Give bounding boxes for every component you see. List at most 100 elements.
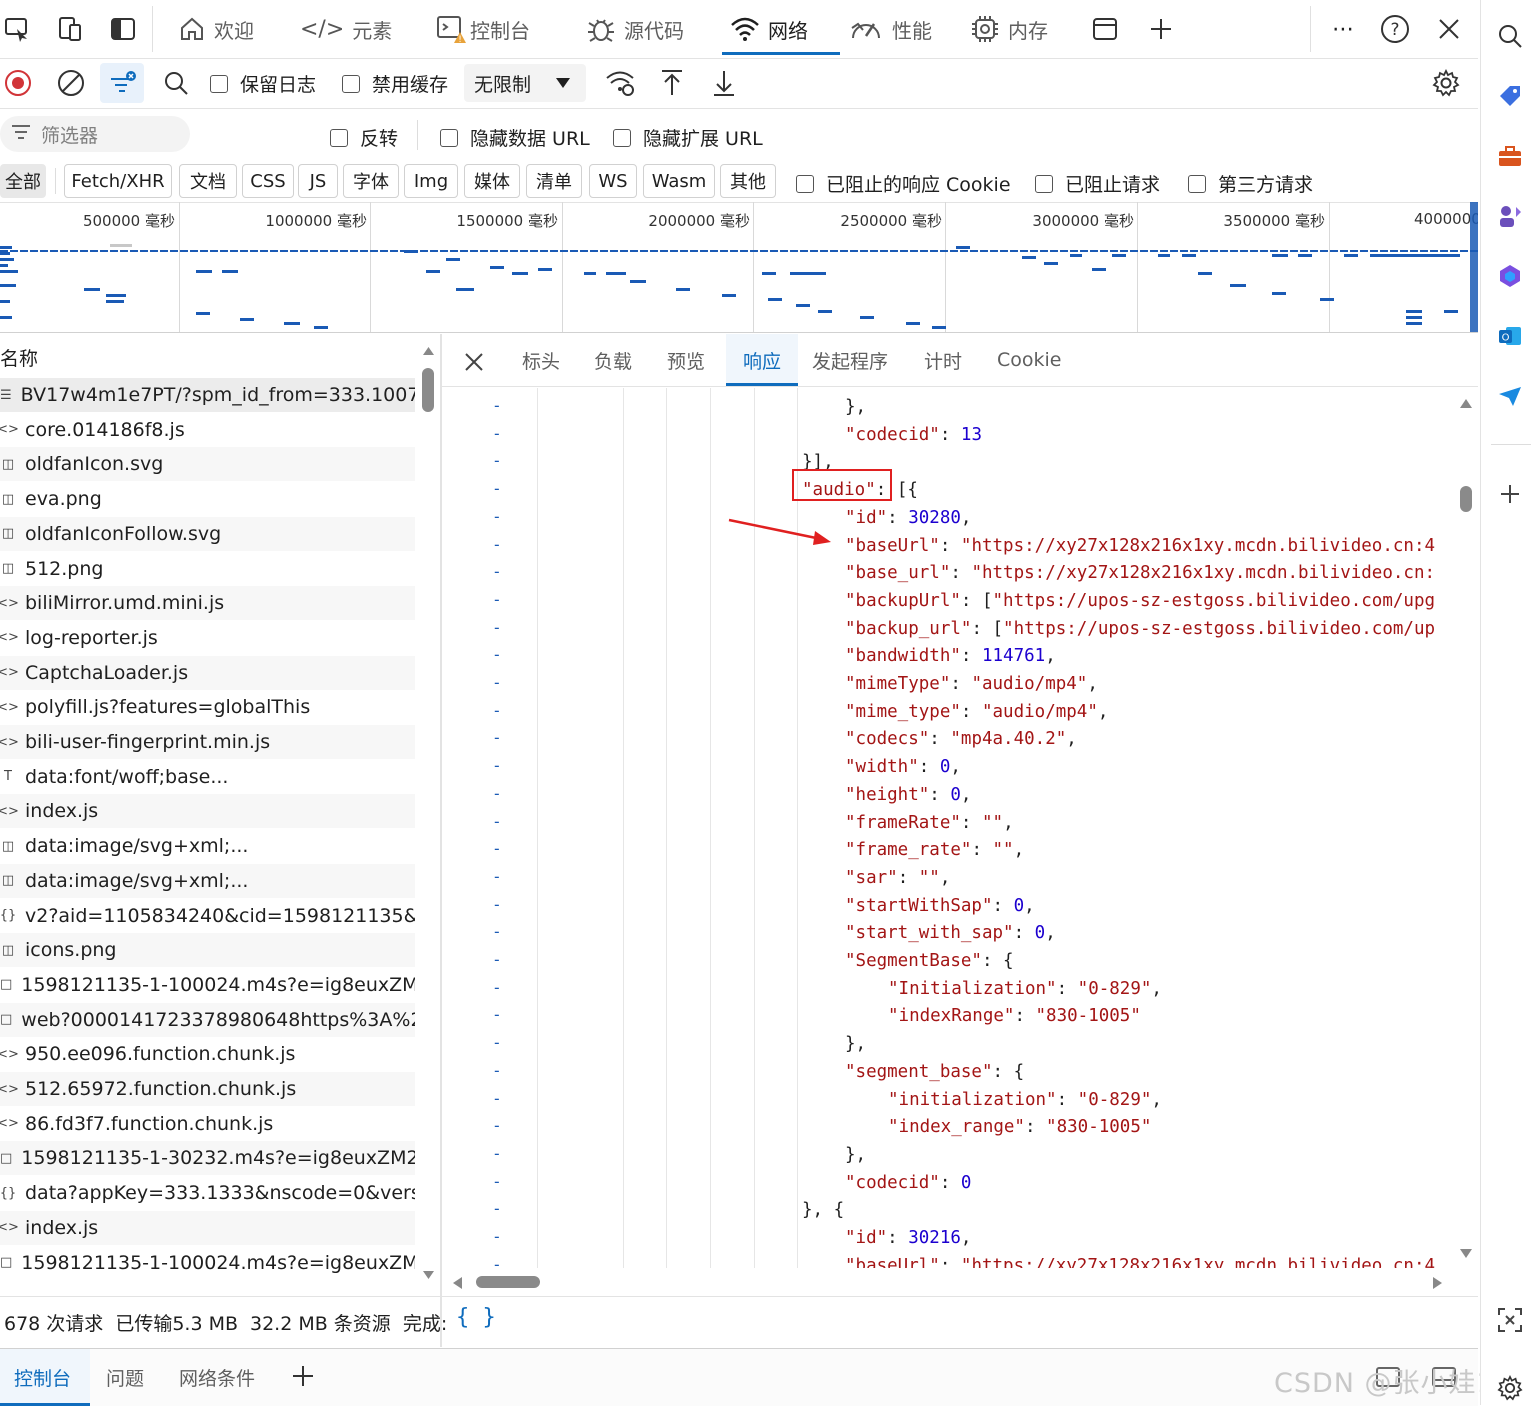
hscrollbar-thumb[interactable] [476, 1276, 540, 1288]
clear-log-icon[interactable] [55, 67, 87, 99]
blocked-requests-checkbox[interactable]: 已阻止请求 [1035, 170, 1160, 197]
dock-side-icon[interactable] [108, 14, 138, 44]
checkbox[interactable] [330, 128, 348, 147]
close-detail-icon[interactable] [462, 350, 486, 374]
disable-cache-checkbox[interactable]: 禁用缓存 [342, 70, 448, 97]
search-icon[interactable] [160, 67, 192, 99]
invert-checkbox[interactable]: 反转 [330, 124, 398, 151]
request-row[interactable]: <> 512.65972.function.chunk.js [0, 1072, 415, 1106]
copilot-icon[interactable] [1496, 262, 1524, 290]
filter-toggle-icon[interactable] [100, 63, 144, 103]
tab-payload[interactable]: 负载 [594, 334, 636, 386]
scroll-down-arrow-icon[interactable] [1459, 1248, 1473, 1259]
scroll-up-arrow-icon[interactable] [422, 346, 435, 356]
throttling-select[interactable]: 无限制 [464, 64, 586, 102]
device-emulation-icon[interactable] [55, 14, 85, 44]
response-body-viewer[interactable]: -}, - "codecid": 13-}], - "audio": [{- "id": … [442, 388, 1478, 1268]
drawer-tab-console[interactable]: 控制台 [0, 1349, 90, 1406]
checkbox[interactable] [440, 128, 458, 147]
scroll-down-arrow-icon[interactable] [422, 1270, 435, 1280]
request-row[interactable]: <> index.js [0, 1210, 415, 1245]
scroll-left-arrow-icon[interactable] [452, 1276, 463, 1290]
request-row[interactable]: ◫ oldfanIcon.svg [0, 447, 415, 482]
request-row[interactable]: ◫ data:image/svg+xml;... [0, 829, 415, 863]
type-filter-img[interactable]: Img [404, 164, 458, 198]
sidebar-settings-gear-icon[interactable] [1496, 1374, 1524, 1402]
type-filter-css[interactable]: CSS [242, 164, 294, 198]
preserve-log-checkbox[interactable]: 保留日志 [210, 70, 316, 97]
name-column-header[interactable]: 名称 [0, 344, 38, 371]
type-filter-doc[interactable]: 文档 [179, 164, 237, 198]
tab-welcome[interactable]: 欢迎 [178, 0, 254, 58]
tab-initiator[interactable]: 发起程序 [812, 334, 894, 386]
checkbox[interactable] [210, 74, 228, 93]
type-filter-ws[interactable]: WS [589, 164, 637, 198]
tab-memory[interactable]: 内存 [970, 0, 1048, 58]
more-options-icon[interactable]: ⋯ [1328, 14, 1358, 44]
checkbox[interactable] [796, 174, 814, 193]
search-icon[interactable] [1496, 22, 1524, 50]
add-sidebar-app-icon[interactable] [1496, 480, 1524, 508]
scrollbar-thumb[interactable] [422, 368, 434, 412]
scroll-up-arrow-icon[interactable] [1459, 398, 1473, 409]
type-filter-all[interactable]: 全部 [0, 164, 46, 198]
request-row[interactable]: <> polyfill.js?features=globalThis [0, 690, 415, 724]
filter-input[interactable]: 筛选器 [0, 116, 190, 152]
type-filter-fetch-xhr[interactable]: Fetch/XHR [64, 164, 172, 198]
close-devtools-icon[interactable] [1434, 14, 1464, 44]
timeline-overview-handle[interactable] [1470, 202, 1478, 332]
drawer-tab-network-conditions[interactable]: 网络条件 [179, 1364, 255, 1391]
type-filter-media[interactable]: 媒体 [464, 164, 520, 198]
request-row[interactable]: <> CaptchaLoader.js [0, 655, 415, 690]
checkbox[interactable] [613, 128, 631, 147]
type-filter-other[interactable]: 其他 [720, 164, 776, 198]
request-row[interactable]: <> 86.fd3f7.function.chunk.js [0, 1107, 415, 1141]
checkbox[interactable] [1035, 174, 1053, 193]
type-filter-wasm[interactable]: Wasm [643, 164, 715, 198]
request-row[interactable]: ◫ icons.png [0, 933, 415, 968]
send-icon[interactable] [1496, 382, 1524, 410]
tab-cookies[interactable]: Cookie [997, 334, 1067, 386]
request-row[interactable]: <> 950.ee096.function.chunk.js [0, 1037, 415, 1071]
request-row[interactable]: ☰ BV17w4m1e7PT/?spm_id_from=333.1007.... [0, 378, 415, 412]
request-row[interactable]: <> core.014186f8.js [0, 413, 415, 447]
outlook-icon[interactable]: O [1496, 322, 1524, 350]
pretty-print-button[interactable]: { } [456, 1305, 496, 1330]
games-icon[interactable] [1496, 202, 1524, 230]
request-row[interactable]: ◫ 512.png [0, 552, 415, 586]
drawer-tab-issues[interactable]: 问题 [106, 1364, 144, 1391]
tab-console[interactable]: ! 控制台 [436, 0, 530, 58]
tab-performance[interactable]: 性能 [850, 0, 932, 58]
request-row[interactable]: □ 1598121135-1-100024.m4s?e=ig8euxZM2... [0, 1246, 415, 1280]
scroll-right-arrow-icon[interactable] [1432, 1276, 1443, 1290]
request-row[interactable]: □ 1598121135-1-100024.m4s?e=ig8euxZM2... [0, 968, 415, 1002]
checkbox[interactable] [342, 74, 360, 93]
tab-preview[interactable]: 预览 [667, 334, 709, 386]
tab-network[interactable]: 网络 [722, 0, 840, 58]
tab-headers[interactable]: 标头 [522, 334, 564, 386]
type-filter-manifest[interactable]: 清单 [526, 164, 582, 198]
request-row[interactable]: ◫ oldfanIconFollow.svg [0, 516, 415, 551]
app-window-icon[interactable] [1090, 14, 1120, 44]
network-overview-timeline[interactable]: 500000 毫秒 1000000 毫秒 1500000 毫秒 2000000 … [0, 202, 1478, 333]
tab-sources[interactable]: 源代码 [586, 0, 684, 58]
settings-gear-icon[interactable] [1430, 67, 1462, 99]
request-row[interactable]: {} v2?aid=1105834240&cid=1598121135&is... [0, 899, 415, 933]
add-tab-icon[interactable] [1146, 14, 1176, 44]
hide-ext-urls-checkbox[interactable]: 隐藏扩展 URL [613, 124, 763, 151]
request-row[interactable]: ◫ eva.png [0, 482, 415, 516]
request-list-scrollbar[interactable] [421, 342, 435, 1282]
type-filter-font[interactable]: 字体 [343, 164, 399, 198]
import-har-icon[interactable] [656, 67, 688, 99]
request-row[interactable]: ◫ data:image/svg+xml;... [0, 863, 415, 898]
request-row[interactable]: <> biliMirror.umd.mini.js [0, 586, 415, 621]
tab-elements[interactable]: </> 元素 [300, 0, 392, 58]
tag-icon[interactable] [1496, 82, 1524, 110]
type-filter-js[interactable]: JS [298, 164, 338, 198]
blocked-cookies-checkbox[interactable]: 已阻止的响应 Cookie [796, 170, 1011, 197]
request-row[interactable]: <> bili-user-fingerprint.min.js [0, 725, 415, 759]
code-scrollbar-thumb[interactable] [1460, 486, 1472, 512]
toolbox-icon[interactable] [1496, 142, 1524, 170]
export-har-icon[interactable] [708, 67, 740, 99]
inspect-element-icon[interactable] [2, 14, 32, 44]
